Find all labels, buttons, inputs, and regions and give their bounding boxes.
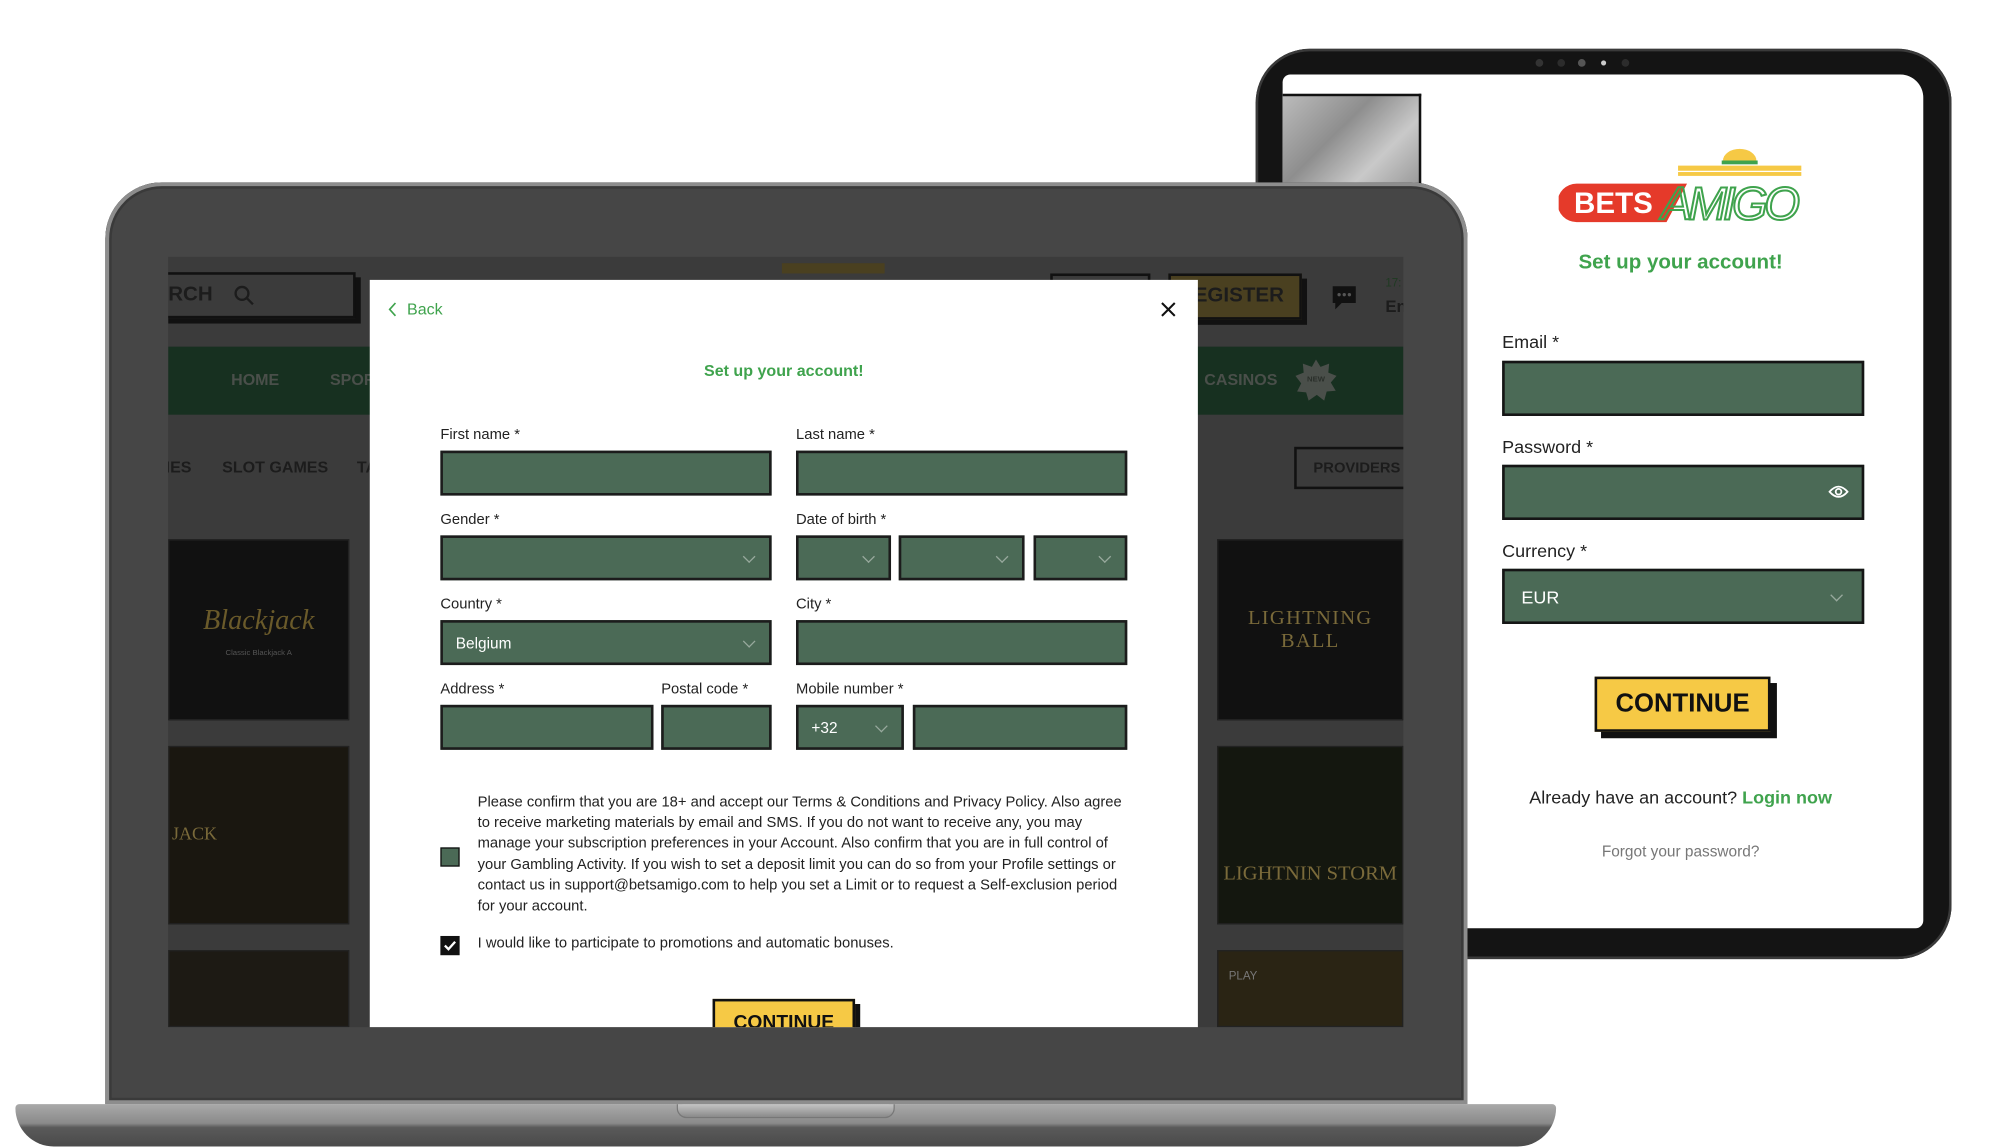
country-label: Country * bbox=[440, 597, 502, 613]
postal-code-input[interactable] bbox=[661, 704, 772, 750]
svg-text:AMIGO: AMIGO bbox=[1658, 178, 1799, 228]
device-mockup: BETS AMIGO Set up your account! Email * … bbox=[0, 0, 1990, 1147]
subnav-slot-games[interactable]: SLOT GAMES bbox=[222, 458, 328, 476]
password-label: Password * bbox=[1502, 436, 1594, 458]
country-select[interactable]: Belgium bbox=[440, 620, 772, 666]
nav-home[interactable]: HOME bbox=[231, 371, 279, 389]
mobile-label: Mobile number * bbox=[796, 681, 904, 698]
camera-dot bbox=[1557, 59, 1566, 67]
game-tile-title: LIGHTNIN STORM bbox=[1223, 862, 1398, 884]
continue-button[interactable]: CONTINUE bbox=[712, 998, 856, 1028]
site-logo-partial bbox=[781, 263, 885, 274]
consent-checkbox[interactable] bbox=[440, 847, 460, 867]
chevron-down-icon bbox=[742, 634, 756, 648]
game-tile-caption: Classic Blackjack A bbox=[225, 649, 292, 657]
svg-text:BETS: BETS bbox=[1574, 187, 1653, 220]
language-selector[interactable]: En bbox=[1385, 297, 1403, 316]
back-label: Back bbox=[406, 300, 443, 319]
chevron-down-icon bbox=[1098, 549, 1112, 563]
login-now-link[interactable]: Login now bbox=[1742, 787, 1832, 808]
country-value: Belgium bbox=[455, 633, 512, 652]
password-input[interactable] bbox=[1502, 464, 1865, 520]
address-input[interactable] bbox=[440, 704, 654, 750]
mobile-number-input[interactable] bbox=[912, 704, 1128, 750]
currency-label: Currency * bbox=[1502, 540, 1588, 562]
city-input[interactable] bbox=[796, 620, 1128, 666]
tablet-continue-button[interactable]: CONTINUE bbox=[1594, 676, 1771, 732]
clock-text: 17: bbox=[1385, 276, 1402, 289]
close-icon[interactable] bbox=[1161, 302, 1176, 317]
first-name-label: First name * bbox=[440, 427, 520, 443]
nav-sports[interactable]: SPOR bbox=[330, 371, 375, 389]
chevron-left-icon bbox=[388, 302, 397, 317]
chevron-down-icon bbox=[742, 549, 756, 563]
dob-month-select[interactable] bbox=[898, 535, 1025, 581]
city-label: City * bbox=[796, 597, 832, 613]
back-button[interactable]: Back bbox=[388, 300, 443, 318]
first-name-input[interactable] bbox=[440, 450, 772, 496]
mobile-prefix-value: +32 bbox=[811, 718, 838, 737]
chevron-down-icon bbox=[995, 549, 1009, 563]
camera-dot bbox=[1621, 59, 1630, 67]
eye-icon[interactable] bbox=[1828, 484, 1849, 499]
laptop-notch bbox=[676, 1104, 895, 1119]
chat-icon[interactable] bbox=[1330, 285, 1358, 311]
dob-year-select[interactable] bbox=[1033, 535, 1128, 581]
search-bar[interactable]: RCH bbox=[168, 272, 356, 319]
currency-select[interactable]: EUR bbox=[1502, 568, 1865, 624]
game-tile[interactable]: PLAY bbox=[1217, 950, 1404, 1028]
camera-dot bbox=[1577, 59, 1586, 67]
gender-select[interactable] bbox=[440, 535, 772, 581]
nav-casinos[interactable]: CASINOS bbox=[1204, 371, 1277, 389]
registration-modal: Back Set up your account! First name * L… bbox=[369, 279, 1198, 1028]
game-tile[interactable]: LIGHTNING BALL bbox=[1217, 539, 1404, 721]
laptop-base bbox=[15, 1104, 1557, 1147]
game-tile-title: Blackjack bbox=[203, 602, 315, 635]
login-prompt-text: Already have an account? bbox=[1529, 787, 1738, 808]
play-badge: PLAY bbox=[1228, 969, 1258, 983]
new-badge: NEW bbox=[1295, 359, 1337, 401]
game-tile[interactable]: Blackjack Classic Blackjack A bbox=[168, 539, 350, 721]
register-label: EGISTER bbox=[1193, 285, 1284, 307]
background-image bbox=[1282, 93, 1422, 189]
promo-checkbox[interactable] bbox=[440, 935, 460, 956]
chevron-down-icon bbox=[1830, 588, 1843, 601]
currency-value: EUR bbox=[1521, 586, 1560, 607]
betsamigo-logo: BETS AMIGO bbox=[1558, 148, 1804, 228]
game-tile[interactable]: JACK bbox=[168, 745, 350, 925]
chevron-down-icon bbox=[875, 719, 888, 732]
providers-button[interactable]: PROVIDERS bbox=[1294, 446, 1404, 490]
camera-dot bbox=[1601, 60, 1607, 66]
search-icon bbox=[234, 285, 254, 306]
mobile-prefix-select[interactable]: +32 bbox=[796, 704, 904, 750]
dob-day-select[interactable] bbox=[796, 535, 892, 581]
game-tile-title: LIGHTNING BALL bbox=[1247, 606, 1373, 652]
promo-text: I would like to participate to promotion… bbox=[477, 935, 894, 952]
address-label: Address * bbox=[440, 681, 505, 698]
game-tile[interactable] bbox=[168, 950, 350, 1028]
subnav-games[interactable]: IES bbox=[168, 458, 191, 476]
postal-code-label: Postal code * bbox=[661, 681, 749, 698]
last-name-input[interactable] bbox=[796, 450, 1128, 496]
dob-label: Date of birth * bbox=[796, 512, 887, 528]
last-name-label: Last name * bbox=[796, 427, 875, 443]
gender-label: Gender * bbox=[440, 512, 500, 528]
game-tile-title: JACK bbox=[172, 824, 217, 845]
checkmark-icon bbox=[444, 940, 457, 951]
chevron-down-icon bbox=[862, 549, 875, 563]
email-input[interactable] bbox=[1502, 360, 1865, 416]
search-text: RCH bbox=[168, 283, 213, 306]
game-tile[interactable]: LIGHTNIN STORM bbox=[1217, 745, 1404, 925]
consent-text: Please confirm that you are 18+ and acce… bbox=[477, 794, 1122, 915]
email-label: Email * bbox=[1502, 331, 1560, 352]
modal-title: Set up your account! bbox=[703, 362, 864, 381]
camera-dot bbox=[1535, 59, 1544, 67]
